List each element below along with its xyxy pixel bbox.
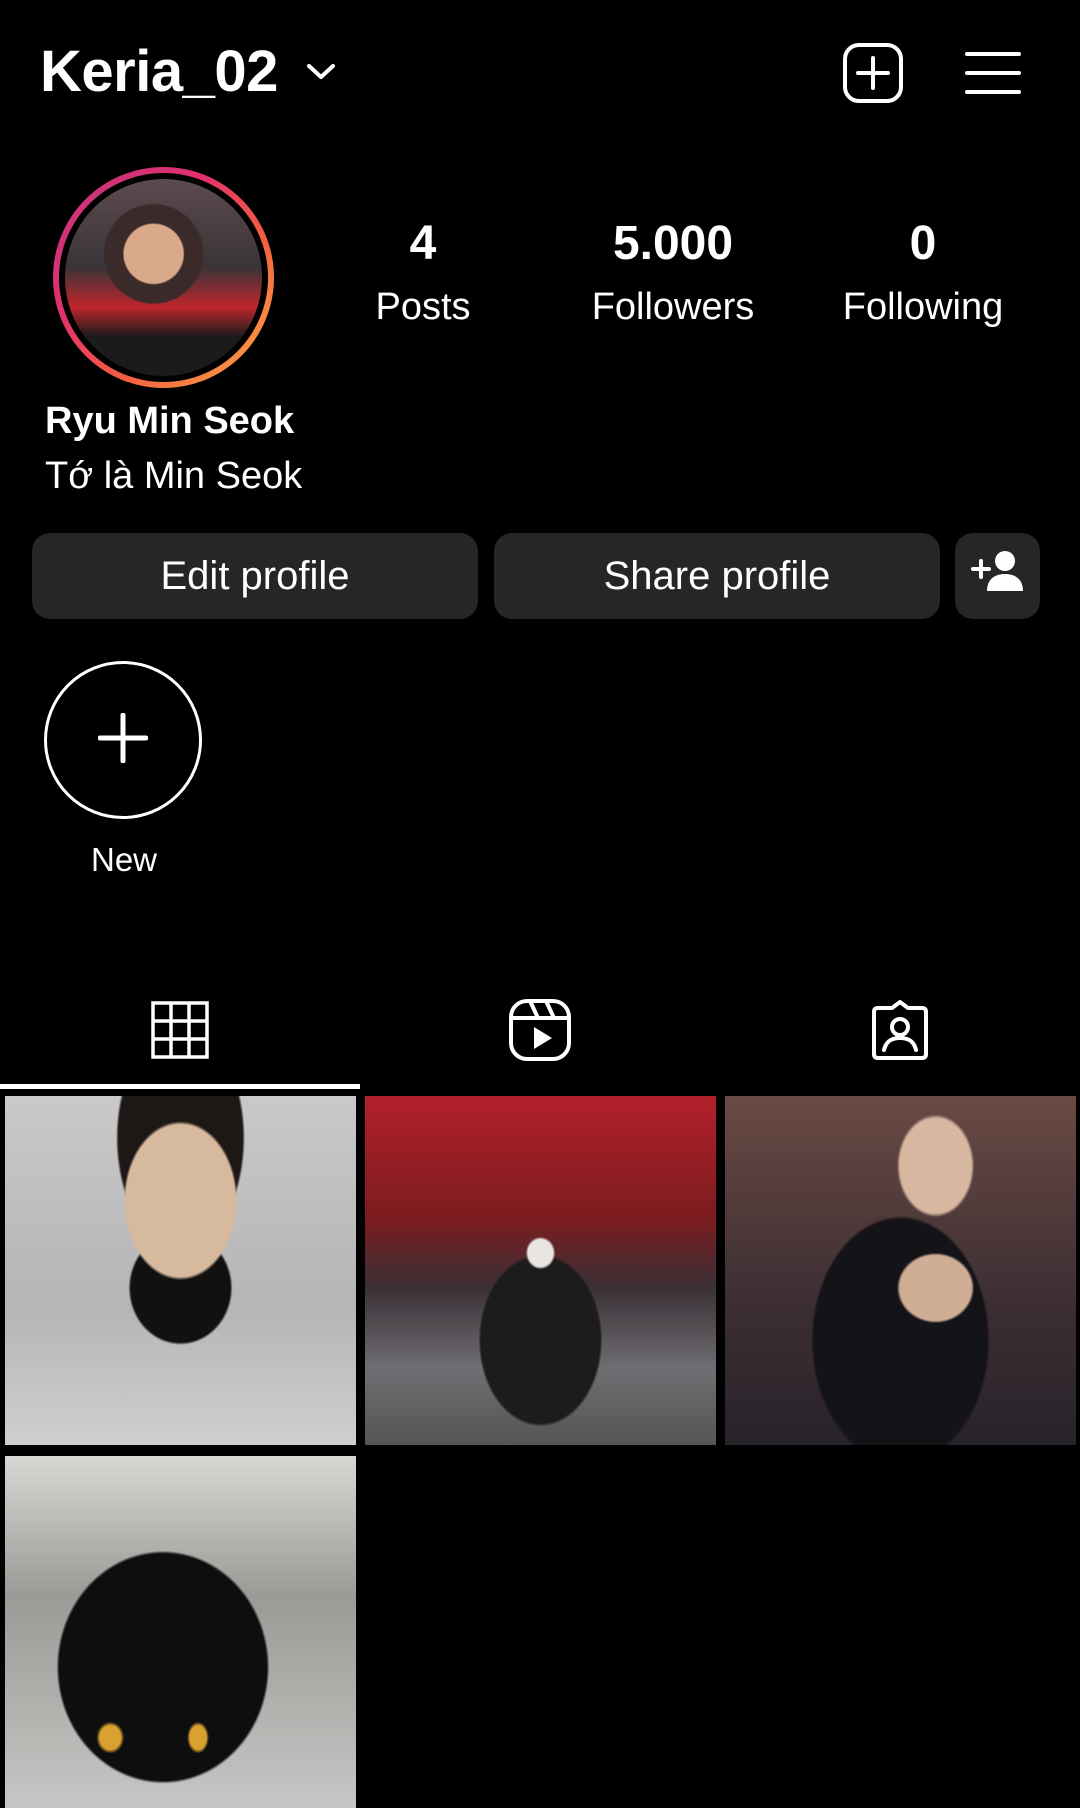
post-thumbnail[interactable]	[5, 1456, 356, 1808]
tab-posts-grid[interactable]	[0, 975, 360, 1090]
profile-screen: Keria_02 4 Posts 5.000 Followers 0 Follo…	[0, 0, 1080, 1808]
post-thumbnail[interactable]	[5, 1096, 356, 1445]
top-bar: Keria_02	[0, 0, 1080, 150]
menu-button[interactable]	[958, 40, 1028, 110]
followers-label: Followers	[591, 286, 755, 328]
following-label: Following	[842, 286, 1004, 328]
tab-reels[interactable]	[360, 975, 720, 1090]
post-thumbnail[interactable]	[725, 1096, 1076, 1445]
followers-count: 5.000	[612, 217, 734, 270]
bio-text: Tớ là Min Seok	[45, 455, 303, 497]
following-stat[interactable]: 0 Following	[813, 217, 1033, 328]
edit-profile-label: Edit profile	[160, 553, 350, 598]
create-post-button[interactable]	[838, 40, 908, 110]
tab-tagged[interactable]	[720, 975, 1080, 1090]
posts-count: 4	[409, 217, 437, 270]
posts-label: Posts	[375, 286, 471, 328]
reels-icon	[508, 998, 572, 1067]
hamburger-menu-icon	[965, 50, 1021, 101]
username: Keria_02	[40, 39, 278, 104]
profile-tabs	[0, 975, 1080, 1090]
tagged-icon	[870, 1000, 930, 1065]
avatar-image	[65, 179, 262, 376]
add-user-icon	[969, 549, 1027, 603]
selected-tab-indicator	[0, 1084, 360, 1089]
new-highlight-button[interactable]: New	[44, 661, 204, 879]
account-switcher[interactable]: Keria_02	[40, 38, 336, 105]
share-profile-button[interactable]: Share profile	[494, 533, 940, 619]
new-highlight-label: New	[90, 841, 158, 878]
plus-icon	[97, 712, 149, 768]
discover-people-button[interactable]	[955, 533, 1040, 619]
post-thumbnail[interactable]	[365, 1096, 716, 1445]
edit-profile-button[interactable]: Edit profile	[32, 533, 478, 619]
grid-icon	[151, 1001, 209, 1064]
chevron-down-icon	[306, 62, 336, 87]
share-profile-label: Share profile	[603, 553, 831, 598]
followers-stat[interactable]: 5.000 Followers	[563, 217, 783, 328]
posts-stat[interactable]: 4 Posts	[313, 217, 533, 328]
profile-avatar[interactable]	[53, 167, 274, 388]
new-highlight-circle	[44, 661, 202, 819]
plus-square-icon	[842, 42, 904, 109]
following-count: 0	[909, 217, 937, 270]
display-name: Ryu Min Seok	[45, 400, 295, 442]
